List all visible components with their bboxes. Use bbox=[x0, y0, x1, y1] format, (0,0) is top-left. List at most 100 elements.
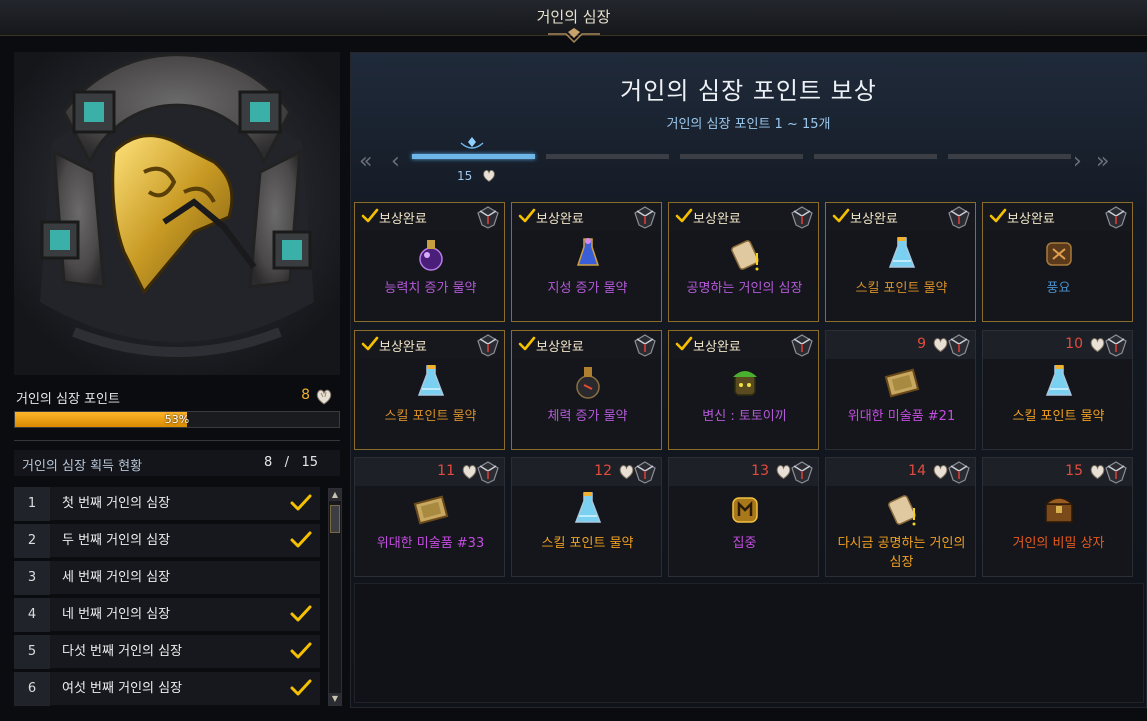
reward-status: 보상완료 bbox=[536, 340, 584, 355]
list-scrollbar[interactable]: ▲ ▼ bbox=[328, 488, 342, 706]
check-icon bbox=[989, 208, 1007, 223]
reward-card[interactable]: 9 위대한 미술품 #21 bbox=[825, 330, 976, 450]
reward-name: 능력치 증가 물약 bbox=[384, 281, 477, 296]
title-ornament-icon bbox=[548, 28, 600, 44]
list-item-number: 5 bbox=[14, 635, 50, 669]
list-item[interactable]: 6 여섯 번째 거인의 심장 bbox=[14, 672, 320, 706]
list-item[interactable]: 2 두 번째 거인의 심장 bbox=[14, 524, 320, 558]
reward-card[interactable]: 보상완료능력치 증가 물약 bbox=[354, 202, 505, 322]
list-item[interactable]: 1 첫 번째 거인의 심장 bbox=[14, 487, 320, 521]
reward-card-header: 보상완료 bbox=[669, 203, 818, 231]
reward-card[interactable]: 15 거인의 비밀 상자 bbox=[982, 457, 1133, 577]
next-page-icon[interactable]: › bbox=[1073, 149, 1082, 174]
reward-card[interactable]: 보상완료 풍요 bbox=[982, 202, 1133, 322]
check-icon bbox=[290, 679, 312, 696]
list-item[interactable]: 3 세 번째 거인의 심장 bbox=[14, 561, 320, 595]
check-icon bbox=[675, 208, 693, 223]
list-item[interactable]: 5 다섯 번째 거인의 심장 bbox=[14, 635, 320, 669]
reward-card[interactable]: 보상완료변신 : 토토이끼 bbox=[668, 330, 819, 450]
window-title: 거인의 심장 bbox=[536, 8, 611, 26]
reward-emblem-icon bbox=[634, 334, 656, 357]
reward-card[interactable]: 보상완료 스킬 포인트 물약 bbox=[354, 330, 505, 450]
reward-name: 거인의 비밀 상자 bbox=[1012, 536, 1105, 551]
reward-name: 스킬 포인트 물약 bbox=[541, 536, 634, 551]
heart-point-icon bbox=[483, 169, 495, 182]
list-item-name: 두 번째 거인의 심장 bbox=[62, 533, 171, 548]
reward-card-header: 보상완료 bbox=[669, 331, 818, 359]
scroll-thumb[interactable] bbox=[330, 505, 340, 533]
reward-card[interactable]: 보상완료지성 증가 물약 bbox=[511, 202, 662, 322]
potion-dark-icon bbox=[576, 367, 600, 399]
left-panel: 거인의 심장 포인트 8 53% 거인의 심장 획득 현황 8 / 15 1 첫 … bbox=[14, 52, 342, 712]
title-bar: 거인의 심장 bbox=[0, 0, 1147, 44]
reward-card[interactable]: 14 다시금 공명하는 거인의 심장 bbox=[825, 457, 976, 577]
reward-card-header: 12 bbox=[512, 458, 661, 486]
last-page-icon[interactable]: » bbox=[1096, 149, 1109, 174]
reward-name: 변신 : 토토이끼 bbox=[702, 409, 787, 424]
first-page-icon[interactable]: « bbox=[359, 149, 372, 174]
reward-emblem-icon bbox=[634, 461, 656, 484]
potion-blue-icon bbox=[888, 237, 916, 268]
reward-card-header: 보상완료 bbox=[826, 203, 975, 231]
reward-card[interactable]: 11 위대한 미술품 #33 bbox=[354, 457, 505, 577]
scroll-down-icon[interactable]: ▼ bbox=[329, 693, 341, 705]
reward-emblem-icon bbox=[634, 206, 656, 229]
list-item-name: 세 번째 거인의 심장 bbox=[62, 570, 171, 585]
reward-emblem-icon bbox=[791, 334, 813, 357]
list-item-number: 1 bbox=[14, 487, 50, 521]
scroll-up-icon[interactable]: ▲ bbox=[329, 489, 341, 501]
check-icon bbox=[361, 336, 379, 351]
reward-emblem-icon bbox=[948, 206, 970, 229]
reward-card-header: 보상완료 bbox=[512, 203, 661, 231]
reward-emblem-icon bbox=[791, 461, 813, 484]
reward-status: 보상완료 bbox=[536, 212, 584, 227]
reward-card[interactable]: 보상완료 체력 증가 물약 bbox=[511, 330, 662, 450]
prev-page-icon[interactable]: ‹ bbox=[391, 149, 400, 174]
points-value: 8 bbox=[301, 387, 310, 403]
reward-required-points: 15 bbox=[1065, 463, 1083, 479]
reward-emblem-icon bbox=[477, 206, 499, 229]
page-segment-1[interactable] bbox=[412, 154, 535, 159]
reward-status: 보상완료 bbox=[693, 212, 741, 227]
reward-emblem-icon bbox=[1105, 461, 1127, 484]
check-icon bbox=[290, 642, 312, 659]
reward-name: 스킬 포인트 물약 bbox=[1012, 409, 1105, 424]
reward-status: 보상완료 bbox=[379, 212, 427, 227]
reward-required-points: 10 bbox=[1065, 336, 1083, 352]
reward-name: 위대한 미술품 #21 bbox=[847, 409, 956, 424]
reward-name: 지성 증가 물약 bbox=[547, 281, 628, 296]
heart-point-icon bbox=[316, 389, 332, 405]
reward-status: 보상완료 bbox=[693, 340, 741, 355]
painting-icon bbox=[413, 495, 449, 525]
potion-blue-icon bbox=[1045, 365, 1073, 396]
reward-card[interactable]: 13 집중 bbox=[668, 457, 819, 577]
rewards-panel: 거인의 심장 포인트 보상 거인의 심장 포인트 1 ~ 15개 « ‹ › »… bbox=[350, 52, 1147, 708]
reward-status: 보상완료 bbox=[379, 340, 427, 355]
reward-card[interactable]: 12 스킬 포인트 물약 bbox=[511, 457, 662, 577]
reward-name: 공명하는 거인의 심장 bbox=[686, 281, 803, 296]
page-segment-3[interactable] bbox=[680, 154, 803, 159]
reward-card[interactable]: 보상완료 스킬 포인트 물약 bbox=[825, 202, 976, 322]
reward-required-points: 14 bbox=[908, 463, 926, 479]
painting-icon bbox=[884, 368, 920, 398]
list-item-number: 6 bbox=[14, 672, 50, 706]
scroll-icon bbox=[888, 495, 916, 526]
points-row: 거인의 심장 포인트 8 bbox=[14, 386, 340, 408]
points-label: 거인의 심장 포인트 bbox=[16, 392, 120, 407]
page-segment-5[interactable] bbox=[948, 154, 1071, 159]
check-icon bbox=[518, 208, 536, 223]
reward-card[interactable]: 10 스킬 포인트 물약 bbox=[982, 330, 1133, 450]
list-item[interactable]: 4 네 번째 거인의 심장 bbox=[14, 598, 320, 632]
reward-emblem-icon bbox=[791, 206, 813, 229]
reward-name: 위대한 미술품 #33 bbox=[376, 536, 485, 551]
potion-blue-icon bbox=[417, 365, 445, 396]
acquisition-count: 8 / 15 bbox=[264, 455, 318, 470]
reward-card[interactable]: 보상완료공명하는 거인의 심장 bbox=[668, 202, 819, 322]
totoike-icon bbox=[733, 371, 757, 396]
page-segment-2[interactable] bbox=[546, 154, 669, 159]
page-segment-4[interactable] bbox=[814, 154, 937, 159]
reward-card-header: 보상완료 bbox=[512, 331, 661, 359]
rewards-title: 거인의 심장 포인트 보상 bbox=[620, 77, 877, 105]
list-item-name: 첫 번째 거인의 심장 bbox=[62, 496, 171, 511]
reward-name: 풍요 bbox=[1046, 281, 1071, 296]
